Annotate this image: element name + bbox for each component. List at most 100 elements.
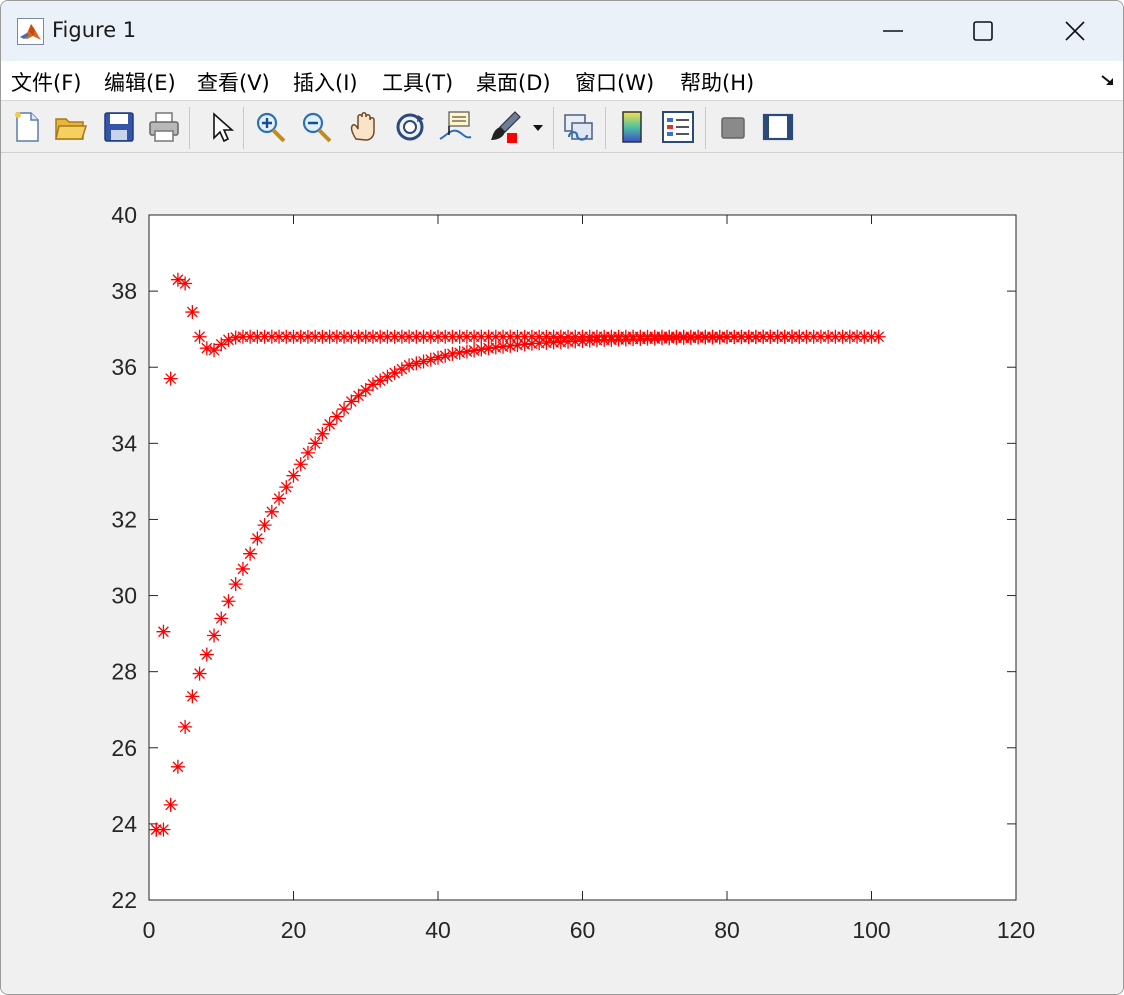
data-point-series-2 xyxy=(792,329,807,344)
data-point-series-2 xyxy=(365,377,380,392)
y-tick-label: 40 xyxy=(111,202,137,228)
data-point-series-2 xyxy=(496,339,511,354)
scatter-chart[interactable]: 0 20 40 60 80 100 120 22 24 26 28 30 32 34 36 38 40 xyxy=(1,153,1124,995)
data-point-series-2 xyxy=(207,628,222,643)
figure-toolbar xyxy=(1,101,1123,153)
print-icon[interactable] xyxy=(146,109,182,145)
y-tick-label: 36 xyxy=(111,354,137,380)
data-point-series-2 xyxy=(279,480,294,495)
data-point-series-2 xyxy=(300,445,315,460)
data-point-series-2 xyxy=(373,373,388,388)
y-tick-label: 34 xyxy=(111,430,137,456)
data-point-series-1 xyxy=(163,371,178,386)
toolbar-separator xyxy=(189,107,190,149)
data-point-series-2 xyxy=(250,531,265,546)
edit-plot-arrow-icon[interactable] xyxy=(203,109,239,145)
figure-canvas[interactable]: 0 20 40 60 80 100 120 22 24 26 28 30 32 34 36 38 40 xyxy=(1,153,1124,995)
x-tick-label: 0 xyxy=(143,917,156,943)
data-point-series-2 xyxy=(228,577,243,592)
brush-icon[interactable] xyxy=(487,109,523,145)
data-point-series-1 xyxy=(178,276,193,291)
data-point-series-2 xyxy=(344,394,359,409)
data-point-series-2 xyxy=(481,341,496,356)
show-plot-tools-icon[interactable] xyxy=(760,109,796,145)
save-icon[interactable] xyxy=(101,109,137,145)
data-point-series-2 xyxy=(199,647,214,662)
toolbar-separator xyxy=(553,107,554,149)
hide-plot-tools-icon[interactable] xyxy=(715,109,751,145)
x-tick-label: 120 xyxy=(997,917,1035,943)
data-point-series-2 xyxy=(221,594,236,609)
data-point-series-2 xyxy=(394,362,409,377)
new-figure-icon[interactable] xyxy=(9,109,45,145)
data-point-series-2 xyxy=(272,491,287,506)
window-title: Figure 1 xyxy=(52,18,137,42)
menu-tools[interactable]: 工具(T) xyxy=(382,67,453,97)
y-tick-label: 24 xyxy=(111,811,137,837)
menu-insert[interactable]: 插入(I) xyxy=(293,67,358,97)
minimize-icon xyxy=(883,30,903,32)
data-point-series-2 xyxy=(170,759,185,774)
maximize-button[interactable] xyxy=(937,1,1029,61)
data-point-series-2 xyxy=(351,388,366,403)
plot-area-background xyxy=(148,214,1017,901)
data-point-series-2 xyxy=(235,561,250,576)
data-point-series-1 xyxy=(170,272,185,287)
data-point-series-2 xyxy=(503,338,518,353)
x-tick-label: 80 xyxy=(714,917,740,943)
y-tick-label: 38 xyxy=(111,278,137,304)
toolbar-separator xyxy=(705,107,706,149)
menu-bar: 文件(F) 编辑(E) 查看(V) 插入(I) 工具(T) 桌面(D) 窗口(W… xyxy=(1,61,1123,101)
data-point-series-2 xyxy=(467,343,482,358)
brush-dropdown-icon[interactable] xyxy=(529,109,547,145)
legend-icon[interactable] xyxy=(660,109,696,145)
menu-file[interactable]: 文件(F) xyxy=(11,67,81,97)
data-point-series-2 xyxy=(163,797,178,812)
x-tick-label: 40 xyxy=(425,917,451,943)
data-point-series-1 xyxy=(871,329,886,344)
data-point-series-1 xyxy=(156,624,171,639)
x-tick-label: 60 xyxy=(570,917,596,943)
data-point-series-2 xyxy=(293,457,308,472)
menu-edit[interactable]: 编辑(E) xyxy=(104,67,176,97)
rotate-3d-icon[interactable] xyxy=(392,109,428,145)
data-point-series-2 xyxy=(185,689,200,704)
data-point-series-2 xyxy=(452,345,467,360)
data-point-series-2 xyxy=(358,383,373,398)
y-tick-label: 30 xyxy=(111,583,137,609)
link-plot-icon[interactable] xyxy=(561,109,597,145)
toolbar-separator xyxy=(243,107,244,149)
colorbar-icon[interactable] xyxy=(614,109,650,145)
y-tick-label: 28 xyxy=(111,659,137,685)
menu-help[interactable]: 帮助(H) xyxy=(680,67,754,97)
data-point-series-2 xyxy=(257,518,272,533)
data-point-series-2 xyxy=(178,719,193,734)
menu-view[interactable]: 查看(V) xyxy=(197,67,270,97)
pan-hand-icon[interactable] xyxy=(346,109,382,145)
data-cursor-icon[interactable] xyxy=(437,109,473,145)
data-point-series-2 xyxy=(445,346,460,361)
y-tick-label: 26 xyxy=(111,735,137,761)
menu-desktop[interactable]: 桌面(D) xyxy=(476,67,551,97)
figure-window: Figure 1 文件(F) 编辑(E) 查看(V) 插入(I) 工具(T) 桌… xyxy=(0,0,1124,995)
matlab-logo-icon xyxy=(17,18,44,45)
x-tick-label: 20 xyxy=(281,917,307,943)
data-point-series-2 xyxy=(510,338,525,353)
data-point-series-2 xyxy=(488,340,503,355)
zoom-out-icon[interactable] xyxy=(299,109,335,145)
y-tick-label: 22 xyxy=(111,887,137,913)
data-point-series-1 xyxy=(207,343,222,358)
data-point-series-2 xyxy=(156,822,171,837)
zoom-in-icon[interactable] xyxy=(253,109,289,145)
toolbar-separator xyxy=(605,107,606,149)
open-file-icon[interactable] xyxy=(53,109,89,145)
menu-window[interactable]: 窗口(W) xyxy=(575,67,654,97)
title-bar[interactable]: Figure 1 xyxy=(1,1,1123,61)
data-point-series-1 xyxy=(228,330,243,345)
dock-arrow-icon[interactable] xyxy=(1098,70,1118,90)
minimize-button[interactable] xyxy=(847,1,939,61)
maximize-icon xyxy=(973,21,993,41)
close-button[interactable] xyxy=(1029,1,1121,61)
data-point-series-1 xyxy=(185,305,200,320)
data-point-series-1 xyxy=(192,329,207,344)
